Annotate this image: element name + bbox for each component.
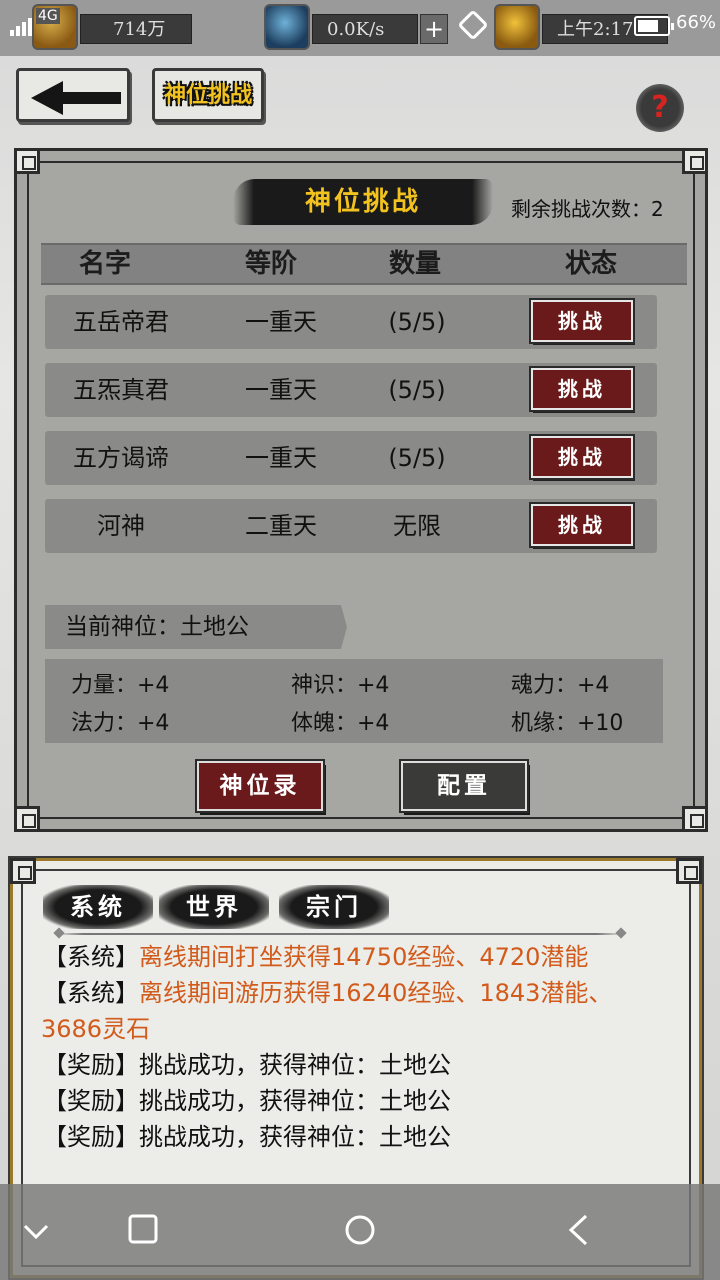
remaining-challenges: 剩余挑战次数：2	[511, 197, 664, 221]
log-prefix: 【奖励】	[43, 1123, 139, 1151]
log-line: 【奖励】挑战成功，获得神位：土地公	[43, 1047, 663, 1083]
table-row: 河神 二重天 无限 挑战	[45, 499, 657, 553]
log-prefix: 【系统】	[43, 979, 139, 1007]
header-count: 数量	[388, 249, 441, 279]
table-row: 五炁真君 一重天 (5/5) 挑战	[45, 363, 657, 417]
stat-fortune: 机缘：+10	[511, 711, 624, 736]
log-lines: 【系统】离线期间打坐获得14750经验、4720潜能 【系统】离线期间游历获得1…	[41, 939, 663, 1155]
row-rank: 一重天	[245, 444, 317, 472]
god-challenge-tab-button[interactable]: 神位挑战	[152, 68, 264, 122]
config-button[interactable]: 配置	[399, 759, 529, 813]
header-status: 状态	[564, 249, 617, 279]
table-row: 五岳帝君 一重天 (5/5) 挑战	[45, 295, 657, 349]
help-icon[interactable]: ?	[636, 84, 684, 132]
tab-sect[interactable]: 宗门	[279, 885, 389, 929]
circle-icon[interactable]	[344, 1214, 376, 1246]
back-triangle-icon[interactable]	[566, 1214, 590, 1246]
row-rank: 二重天	[245, 512, 317, 540]
row-count: (5/5)	[388, 376, 446, 404]
clock: 上午2:17	[557, 19, 634, 40]
corner-ornament	[682, 148, 708, 174]
battery-icon	[634, 16, 674, 36]
god-challenge-panel: 神位挑战 剩余挑战次数：2 名字 等阶 数量 状态 五岳帝君 一重天 (5/5)…	[14, 148, 708, 832]
header-rank: 等阶	[244, 249, 297, 279]
resource1-value: 714万	[113, 19, 166, 40]
log-line: 【系统】离线期间游历获得16240经验、1843潜能、	[43, 975, 663, 1011]
log-prefix: 【奖励】	[43, 1051, 139, 1079]
log-line: 3686灵石	[41, 1011, 663, 1047]
system-nav-bar	[0, 1184, 720, 1280]
log-line: 【奖励】挑战成功，获得神位：土地公	[43, 1083, 663, 1119]
challenge-button[interactable]: 挑战	[529, 434, 635, 480]
challenge-button[interactable]: 挑战	[529, 366, 635, 412]
status-bar: 4G 714万 0.0K/s + 上午2:17 66%	[0, 0, 720, 56]
tab-world[interactable]: 世界	[159, 885, 269, 929]
log-text: 挑战成功，获得神位：土地公	[139, 1123, 451, 1151]
stat-strength: 力量：+4	[71, 673, 170, 698]
challenge-button[interactable]: 挑战	[529, 298, 635, 344]
network-type: 4G	[36, 8, 60, 24]
row-name: 五岳帝君	[73, 308, 169, 336]
resource2-bar: 0.0K/s	[312, 14, 418, 44]
add-resource-button[interactable]: +	[420, 14, 448, 44]
log-divider	[55, 933, 625, 935]
log-text: 挑战成功，获得神位：土地公	[139, 1087, 451, 1115]
log-line: 【系统】离线期间打坐获得14750经验、4720潜能	[43, 939, 663, 975]
header-name: 名字	[78, 249, 131, 279]
row-name: 五炁真君	[73, 376, 169, 404]
challenge-button[interactable]: 挑战	[529, 502, 635, 548]
table-header: 名字 等阶 数量 状态	[41, 243, 687, 285]
square-icon[interactable]	[128, 1214, 158, 1244]
stats-box: 力量：+4 神识：+4 魂力：+4 法力：+4 体魄：+4 机缘：+10	[45, 659, 663, 743]
corner-ornament	[682, 806, 708, 832]
corner-ornament	[14, 148, 40, 174]
corner-ornament	[676, 858, 702, 884]
table-row: 五方谒谛 一重天 (5/5) 挑战	[45, 431, 657, 485]
row-count: (5/5)	[388, 308, 446, 336]
log-prefix: 【奖励】	[43, 1087, 139, 1115]
row-name: 五方谒谛	[73, 444, 169, 472]
log-line: 【奖励】挑战成功，获得神位：土地公	[43, 1119, 663, 1155]
arrow-left-icon	[31, 81, 121, 115]
tab-system[interactable]: 系统	[43, 885, 153, 929]
stat-soul-power: 魂力：+4	[511, 673, 610, 698]
corner-ornament	[10, 858, 36, 884]
resource1-bar: 714万	[80, 14, 192, 44]
corner-ornament	[14, 806, 40, 832]
log-prefix: 【系统】	[43, 943, 139, 971]
row-rank: 一重天	[245, 376, 317, 404]
row-count: (5/5)	[388, 444, 446, 472]
god-record-button[interactable]: 神位录	[195, 759, 325, 813]
chevron-down-icon[interactable]	[22, 1222, 50, 1242]
log-text: 3686灵石	[41, 1015, 151, 1043]
back-button[interactable]	[16, 68, 130, 122]
log-text: 离线期间游历获得16240经验、1843潜能、	[139, 979, 613, 1007]
stat-physique: 体魄：+4	[291, 711, 390, 736]
gem-icon[interactable]	[264, 4, 310, 50]
moon-icon[interactable]	[494, 4, 540, 50]
panel-title: 神位挑战	[233, 179, 493, 225]
gold-coin-icon[interactable]: 4G	[32, 4, 78, 50]
row-rank: 一重天	[245, 308, 317, 336]
log-text: 挑战成功，获得神位：土地公	[139, 1051, 451, 1079]
resource2-value: 0.0K/s	[327, 19, 385, 40]
current-god-position: 当前神位：土地公	[45, 605, 347, 649]
stat-magic: 法力：+4	[71, 711, 170, 736]
row-name: 河神	[97, 512, 145, 540]
stat-spirit-sense: 神识：+4	[291, 673, 390, 698]
signal-icon	[10, 16, 32, 36]
log-text: 离线期间打坐获得14750经验、4720潜能	[139, 943, 589, 971]
rotate-icon	[457, 9, 489, 41]
battery-level: 66%	[676, 12, 717, 33]
row-count: 无限	[393, 512, 441, 540]
